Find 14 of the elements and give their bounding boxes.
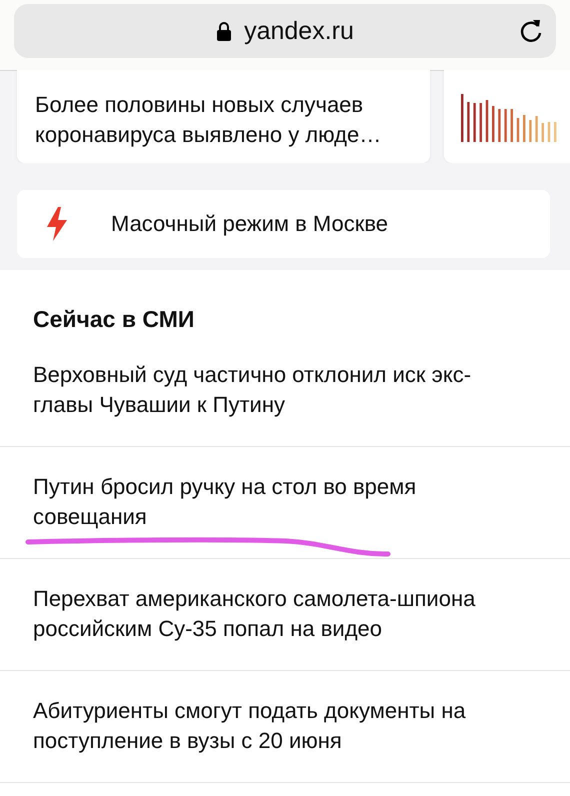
url-text: yandex.ru [244, 16, 354, 46]
alert-banner[interactable]: Масочный режим в Москве [17, 190, 550, 258]
card-headline: Более половины новых случаев коронавируса выявлено у люде… [35, 91, 382, 149]
news-headline[interactable]: Верховный суд частично отклонил иск экс-главы Чувашии к Путину [33, 360, 530, 420]
reload-icon[interactable] [518, 18, 544, 44]
address-bar[interactable]: yandex.ru [14, 4, 556, 58]
news-headline[interactable]: Перехват американского самолета-шпиона российским Су-35 попал на видео [33, 584, 530, 644]
lightning-icon [45, 207, 69, 241]
news-headline[interactable]: Абитуриенты смогут подать документы на поступление в вузы с 20 июня [33, 696, 530, 756]
alert-text: Масочный режим в Москве [111, 211, 388, 237]
news-headline[interactable]: Путин бросил ручку на стол во время совещания [33, 472, 530, 532]
news-card[interactable]: Более половины новых случаев коронавируса выявлено у люде… [17, 70, 430, 163]
section-title: Сейчас в СМИ [33, 305, 196, 334]
chart-card[interactable] [444, 70, 570, 163]
